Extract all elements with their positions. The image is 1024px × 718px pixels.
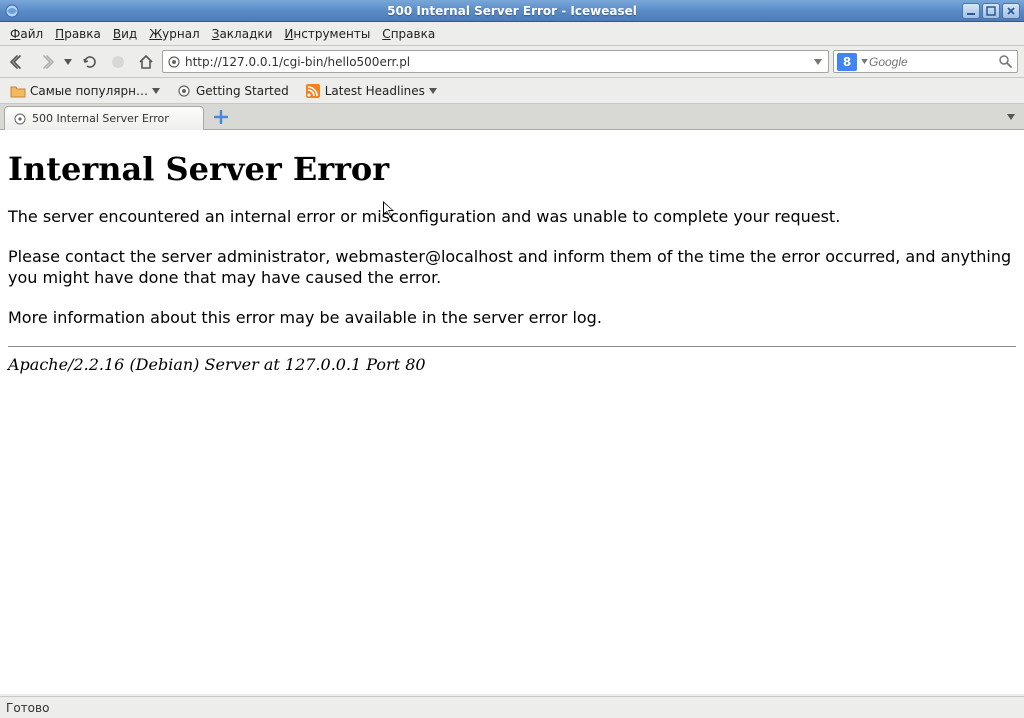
bookmark-label: Latest Headlines bbox=[325, 84, 425, 98]
error-paragraph-1: The server encountered an internal error… bbox=[8, 206, 1016, 228]
maximize-button[interactable] bbox=[982, 3, 1000, 19]
bookmarks-bar: Самые популярн… Getting Started Latest H… bbox=[0, 78, 1024, 104]
menu-bar: Файл Правка Вид Журнал Закладки Инструме… bbox=[0, 22, 1024, 46]
tab-active[interactable]: 500 Internal Server Error bbox=[4, 106, 204, 130]
minimize-button[interactable] bbox=[962, 3, 980, 19]
reload-button[interactable] bbox=[78, 50, 102, 74]
server-signature: Apache/2.2.16 (Debian) Server at 127.0.0… bbox=[8, 355, 1016, 374]
forward-button[interactable] bbox=[34, 50, 58, 74]
chevron-down-icon bbox=[429, 88, 437, 94]
menu-view[interactable]: Вид bbox=[107, 24, 143, 44]
stop-button[interactable] bbox=[106, 50, 130, 74]
search-box[interactable]: 8 bbox=[833, 50, 1018, 73]
divider bbox=[8, 346, 1016, 347]
site-favicon bbox=[166, 54, 182, 70]
menu-edit[interactable]: Правка bbox=[49, 24, 107, 44]
navigation-toolbar: 8 bbox=[0, 46, 1024, 78]
tab-list-dropdown[interactable] bbox=[1002, 108, 1020, 126]
search-engine-dropdown[interactable] bbox=[859, 59, 869, 64]
close-button[interactable] bbox=[1002, 3, 1020, 19]
url-bar[interactable] bbox=[162, 50, 829, 73]
tab-label: 500 Internal Server Error bbox=[32, 112, 195, 125]
window-title: 500 Internal Server Error - Iceweasel bbox=[0, 4, 1024, 18]
error-paragraph-2: Please contact the server administrator,… bbox=[8, 246, 1016, 289]
back-button[interactable] bbox=[6, 50, 30, 74]
app-icon bbox=[4, 3, 20, 19]
menu-file[interactable]: Файл bbox=[4, 24, 49, 44]
new-tab-button[interactable] bbox=[210, 107, 232, 127]
window-titlebar: 500 Internal Server Error - Iceweasel bbox=[0, 0, 1024, 22]
bookmark-label: Самые популярн… bbox=[30, 84, 148, 98]
menu-tools[interactable]: Инструменты bbox=[278, 24, 376, 44]
menu-bookmarks[interactable]: Закладки bbox=[206, 24, 279, 44]
tab-bar: 500 Internal Server Error bbox=[0, 104, 1024, 130]
menu-history[interactable]: Журнал bbox=[143, 24, 206, 44]
url-input[interactable] bbox=[185, 55, 811, 69]
chevron-down-icon bbox=[152, 88, 160, 94]
nav-history-dropdown[interactable] bbox=[62, 51, 74, 73]
bookmark-latest-headlines[interactable]: Latest Headlines bbox=[301, 81, 441, 101]
window-controls bbox=[962, 3, 1020, 19]
page-icon bbox=[176, 83, 192, 99]
page-heading: Internal Server Error bbox=[8, 150, 1016, 188]
menu-help[interactable]: Справка bbox=[376, 24, 441, 44]
search-input[interactable] bbox=[869, 55, 998, 69]
folder-icon bbox=[10, 83, 26, 99]
status-bar: Готово bbox=[0, 696, 1024, 718]
tab-favicon bbox=[13, 112, 27, 126]
error-paragraph-3: More information about this error may be… bbox=[8, 307, 1016, 329]
page-content: Internal Server Error The server encount… bbox=[0, 130, 1024, 694]
home-button[interactable] bbox=[134, 50, 158, 74]
search-engine-icon: 8 bbox=[837, 53, 857, 71]
search-go-icon[interactable] bbox=[998, 54, 1014, 70]
url-dropdown[interactable] bbox=[811, 55, 825, 69]
status-text: Готово bbox=[6, 701, 49, 715]
bookmark-label: Getting Started bbox=[196, 84, 289, 98]
bookmark-getting-started[interactable]: Getting Started bbox=[172, 81, 293, 101]
rss-icon bbox=[305, 83, 321, 99]
bookmark-most-visited[interactable]: Самые популярн… bbox=[6, 81, 164, 101]
